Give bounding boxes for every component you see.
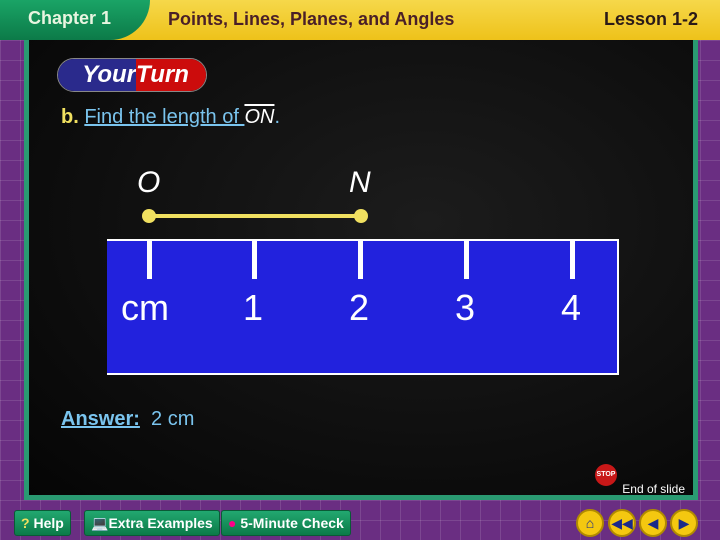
point-n [354, 209, 368, 223]
ruler-unit: cm [121, 287, 169, 328]
extra-examples-label: Extra Examples [108, 515, 213, 531]
ruler-tick [570, 241, 575, 279]
lesson-title: Points, Lines, Planes, and Angles [168, 9, 455, 29]
five-minute-check-label: 5-Minute Check [240, 515, 344, 531]
ruler-tick [464, 241, 469, 279]
point-o [142, 209, 156, 223]
ruler-label: 1 [243, 287, 264, 328]
help-button[interactable]: ? Help [14, 510, 71, 536]
period: . [274, 106, 281, 128]
ruler-tick [252, 241, 257, 279]
point-o-label: O [137, 166, 161, 199]
ruler-label: 2 [349, 287, 370, 328]
next-icon[interactable]: ▶ [670, 509, 698, 537]
segment-on [149, 214, 361, 218]
slide-board: Your Turn b. Find the length of ON. O N c… [24, 40, 698, 500]
computer-icon: 💻 [91, 515, 109, 531]
answer-label: Answer: [61, 408, 140, 430]
previous-icon[interactable]: ◀ [639, 509, 667, 537]
first-icon[interactable]: ◀◀ [608, 509, 636, 537]
help-label: Help [33, 515, 64, 531]
answer: Answer: 2 cm [61, 408, 194, 431]
banner-your: Your [58, 59, 136, 91]
lesson-number: Lesson 1-2 [603, 9, 698, 29]
extra-examples-button[interactable]: 💻Extra Examples [84, 510, 220, 536]
header: Chapter 1 Points, Lines, Planes, and Ang… [0, 0, 720, 40]
ruler-tick [147, 241, 152, 279]
question-text: Find the length of [84, 106, 245, 128]
ruler-label: 3 [455, 287, 476, 328]
question: b. Find the length of ON. [61, 106, 280, 129]
end-of-slide: End of slide [622, 482, 685, 496]
home-icon[interactable]: ⌂ [576, 509, 604, 537]
ruler: cm 1 2 3 4 [107, 239, 619, 375]
question-label: b. [61, 106, 79, 128]
beaker-icon: ● [228, 515, 237, 531]
question-mark-icon: ? [21, 515, 30, 531]
stop-sign-icon: STOP [595, 464, 617, 486]
your-turn-banner: Your Turn [57, 58, 207, 92]
segment-name: ON [244, 106, 275, 128]
answer-value: 2 cm [151, 408, 195, 430]
ruler-tick [358, 241, 363, 279]
five-minute-check-button[interactable]: ● 5-Minute Check [221, 510, 351, 536]
ruler-label: 4 [561, 287, 582, 328]
banner-turn: Turn [136, 59, 206, 91]
point-n-label: N [349, 166, 371, 199]
chapter-label: Chapter 1 [0, 0, 150, 40]
